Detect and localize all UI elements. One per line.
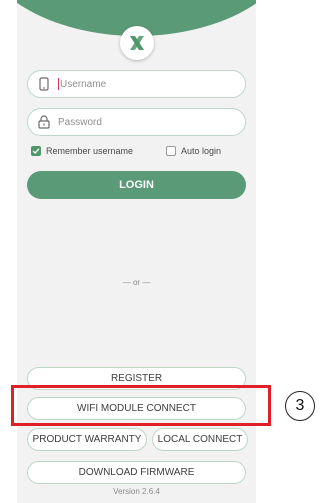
username-field[interactable]: Username — [27, 70, 246, 98]
auto-login-label: Auto login — [181, 146, 222, 156]
checkmark-icon — [32, 148, 40, 154]
phone-icon — [36, 76, 52, 92]
lock-icon — [36, 114, 52, 130]
local-connect-button[interactable]: LOCAL CONNECT — [152, 428, 248, 451]
version-label: Version 2.6.4 — [113, 487, 160, 496]
login-button[interactable]: LOGIN — [27, 171, 246, 199]
password-field[interactable]: Password — [27, 108, 246, 136]
auto-login-option[interactable]: Auto login — [166, 146, 221, 156]
step-number-badge: 3 — [285, 391, 315, 421]
remember-username-checkbox[interactable] — [31, 146, 41, 156]
remember-username-option[interactable]: Remember username — [31, 146, 133, 156]
annotation-highlight-box — [11, 385, 271, 426]
x-logo-icon — [120, 26, 154, 60]
text-caret — [58, 78, 59, 90]
auto-login-checkbox[interactable] — [166, 146, 176, 156]
username-placeholder: Username — [60, 78, 107, 90]
password-placeholder: Password — [58, 116, 102, 128]
or-divider: — or — — [122, 278, 151, 287]
download-firmware-button[interactable]: DOWNLOAD FIRMWARE — [27, 461, 246, 484]
product-warranty-button[interactable]: PRODUCT WARRANTY — [27, 428, 147, 451]
remember-username-label: Remember username — [46, 146, 134, 156]
app-screen: Username Password Remember username Auto… — [17, 0, 256, 503]
